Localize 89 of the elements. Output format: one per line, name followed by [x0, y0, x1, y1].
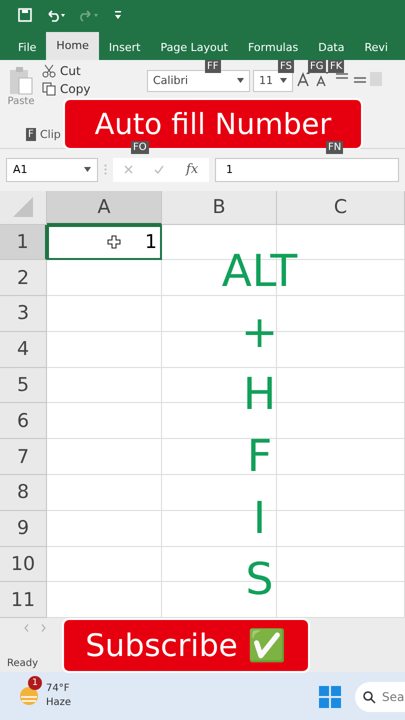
table-cell[interactable]: [47, 403, 162, 440]
table-cell[interactable]: [47, 368, 162, 404]
cut-button[interactable]: Cut: [42, 62, 81, 80]
ribbon-tab[interactable]: Insert: [98, 36, 150, 60]
ribbon-tab[interactable]: Data: [308, 36, 354, 60]
table-cell[interactable]: [277, 296, 405, 332]
weather-text: Haze: [46, 696, 72, 710]
group-label: Clip: [40, 128, 61, 141]
insert-function-button[interactable]: fx: [186, 162, 198, 178]
ribbon-tab[interactable]: Formulas: [238, 36, 308, 60]
formula-field[interactable]: 1: [215, 158, 399, 182]
table-cell[interactable]: [47, 260, 162, 296]
ribbon-tab[interactable]: Revi: [354, 36, 398, 60]
select-all-corner[interactable]: [0, 190, 47, 224]
table-cell[interactable]: [277, 439, 405, 476]
keytip: FG: [308, 60, 326, 73]
copy-button[interactable]: Copy: [42, 80, 90, 98]
undo-icon[interactable]: [46, 8, 66, 22]
grow-font-icon[interactable]: [296, 70, 312, 88]
font-name-field[interactable]: Calibri: [147, 70, 250, 92]
save-icon[interactable]: [18, 8, 32, 22]
next-sheet-icon[interactable]: [41, 624, 46, 632]
row-header[interactable]: 10: [0, 546, 47, 582]
scissors-icon: [42, 64, 56, 78]
table-cell[interactable]: [277, 332, 405, 368]
table-cell[interactable]: [277, 510, 405, 547]
row-header[interactable]: 11: [0, 582, 47, 618]
table-cell[interactable]: [277, 403, 405, 440]
table-cell[interactable]: [277, 475, 405, 511]
cell-value: 1: [144, 230, 157, 253]
shortcut-key-text: F: [246, 432, 272, 482]
weather-icon[interactable]: [18, 685, 40, 708]
keytip: FF: [205, 60, 221, 73]
temperature-text: 74°F: [46, 682, 70, 696]
ribbon-tab[interactable]: Page Layout: [150, 36, 238, 60]
caret-icon: [237, 78, 244, 84]
shortcut-key-text: +: [241, 308, 278, 358]
shortcut-key-text: H: [242, 370, 276, 420]
cursor-icon: [106, 234, 121, 249]
row-header[interactable]: 9: [0, 510, 47, 547]
table-cell[interactable]: [47, 546, 162, 582]
ribbon-tab[interactable]: File: [8, 36, 46, 60]
table-cell[interactable]: [47, 439, 162, 476]
table-cell[interactable]: [277, 546, 405, 582]
table-cell[interactable]: [47, 510, 162, 547]
table-cell[interactable]: [47, 475, 162, 511]
column-header[interactable]: A: [47, 190, 162, 224]
corner-triangle-icon: [13, 197, 33, 217]
shortcut-key-text: I: [253, 494, 266, 544]
windows-start-icon[interactable]: [319, 686, 341, 708]
previous-sheet-icon[interactable]: [24, 624, 29, 632]
column-header[interactable]: B: [162, 190, 277, 224]
clipboard-icon: [8, 66, 34, 96]
row-header[interactable]: 3: [0, 296, 47, 332]
shortcut-key-text: ALT: [222, 246, 298, 296]
table-cell[interactable]: [47, 296, 162, 332]
keytip: FS: [278, 60, 294, 73]
keytip: F: [26, 128, 36, 141]
customize-icon[interactable]: [114, 10, 122, 20]
font-size-field[interactable]: 11: [253, 70, 293, 92]
row-header[interactable]: 4: [0, 332, 47, 368]
row-header[interactable]: 2: [0, 260, 47, 296]
more-icon: [104, 164, 107, 176]
caret-icon: [280, 78, 287, 84]
subscribe-banner: Subscribe ✅: [62, 618, 310, 673]
ribbon-tab[interactable]: Home: [46, 32, 99, 60]
notification-badge: 1: [28, 676, 42, 690]
table-cell[interactable]: [162, 439, 277, 476]
row-header[interactable]: 5: [0, 368, 47, 404]
name-box[interactable]: A1: [6, 158, 98, 182]
search-icon: [363, 690, 376, 704]
cancel-icon[interactable]: [124, 165, 133, 174]
keytip: FO: [131, 140, 149, 154]
search-field[interactable]: Sea: [355, 682, 405, 712]
shrink-font-icon[interactable]: [315, 70, 329, 88]
table-cell[interactable]: [277, 368, 405, 404]
row-header[interactable]: 6: [0, 403, 47, 440]
copy-icon: [42, 82, 56, 96]
keytip: FK: [328, 60, 344, 73]
confirm-icon[interactable]: [154, 165, 164, 174]
row-header[interactable]: 7: [0, 439, 47, 476]
row-header[interactable]: 1: [0, 224, 47, 260]
shortcut-key-text: S: [246, 555, 274, 606]
redo-icon[interactable]: [80, 8, 100, 22]
caret-icon: [84, 167, 91, 172]
keytip: FN: [326, 140, 344, 154]
column-header[interactable]: C: [277, 190, 405, 224]
table-cell[interactable]: [47, 332, 162, 368]
row-header[interactable]: 8: [0, 475, 47, 511]
